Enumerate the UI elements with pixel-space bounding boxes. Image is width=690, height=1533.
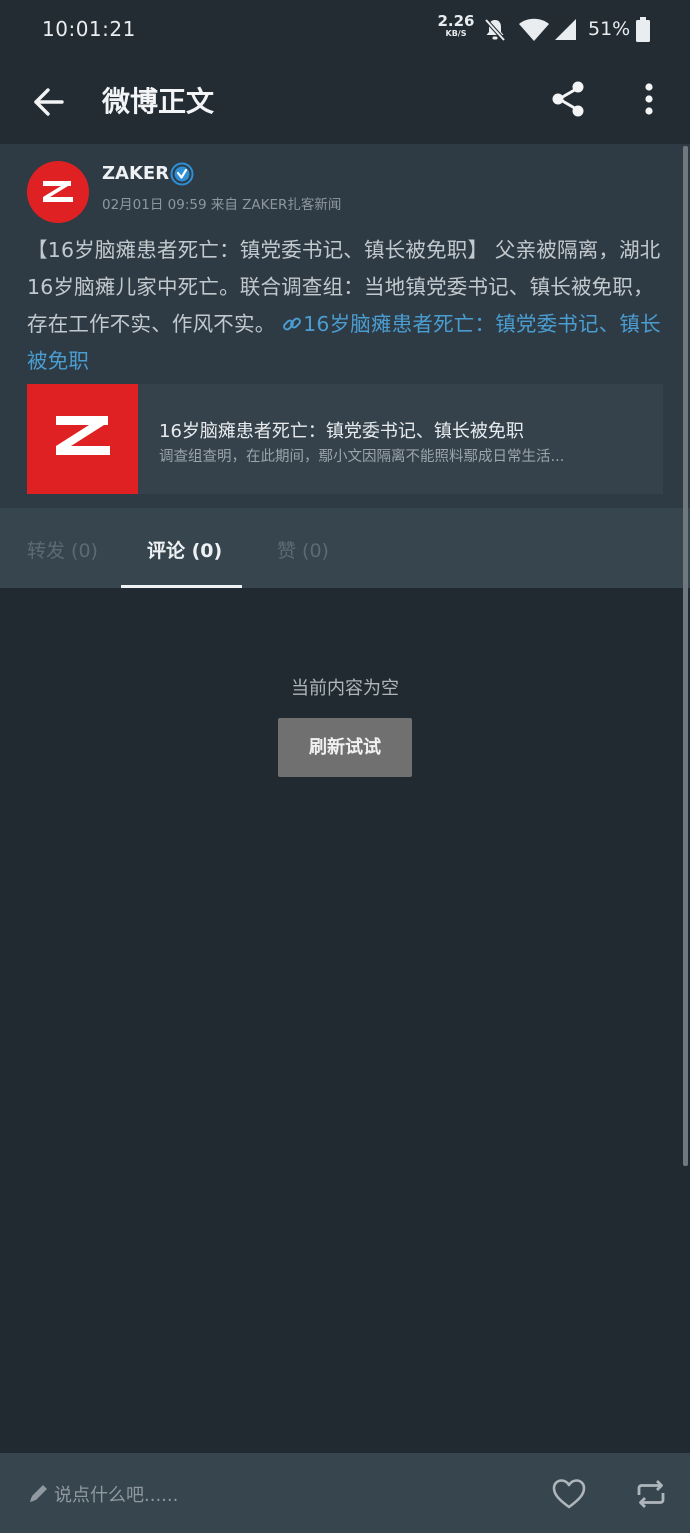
article-thumbnail	[27, 384, 138, 494]
article-card[interactable]: 16岁脑瘫患者死亡：镇党委书记、镇长被免职 调查组查明，在此期间，鄢小文因隔离不…	[27, 384, 663, 494]
post-body: 【16岁脑瘫患者死亡：镇党委书记、镇长被免职】 父亲被隔离，湖北16岁脑瘫儿家中…	[27, 232, 667, 380]
wifi-icon	[519, 18, 549, 41]
tab-likes[interactable]: 赞 (0)	[277, 536, 329, 563]
page-title: 微博正文	[102, 85, 215, 118]
tab-reposts[interactable]: 转发 (0)	[27, 536, 98, 563]
comment-placeholder: 说点什么吧......	[54, 1485, 179, 1506]
notifications-off-icon	[484, 18, 506, 42]
comment-input[interactable]: 说点什么吧......	[28, 1479, 498, 1509]
article-description: 调查组查明，在此期间，鄢小文因隔离不能照料鄢成日常生活...	[159, 449, 565, 465]
network-speed-value: 2.26	[437, 12, 475, 30]
arrow-left-icon[interactable]	[30, 82, 70, 122]
repost-icon[interactable]	[632, 1475, 670, 1513]
zaker-logo-icon	[43, 181, 73, 202]
weibo-post: ZAKER 02月01日 09:59 来自 ZAKER扎客新闻 【16岁脑瘫患者…	[0, 144, 690, 508]
battery-icon	[636, 17, 650, 42]
status-bar: 10:01:21 2.26 KB/S 51%	[0, 0, 690, 60]
empty-state-message: 当前内容为空	[291, 678, 399, 699]
pencil-icon	[30, 1485, 47, 1502]
post-meta: 02月01日 09:59 来自 ZAKER扎客新闻	[102, 197, 342, 213]
network-speed: 2.26 KB/S	[437, 14, 475, 38]
bottom-bar: 说点什么吧......	[0, 1453, 690, 1533]
zaker-logo-icon	[56, 416, 110, 455]
status-time: 10:01:21	[42, 17, 136, 41]
post-tabs: 转发 (0) 评论 (0) 赞 (0)	[0, 508, 690, 588]
share-icon[interactable]	[548, 78, 590, 120]
scrollbar[interactable]	[683, 146, 688, 1166]
active-tab-indicator	[121, 585, 242, 588]
heart-outline-icon[interactable]	[550, 1475, 588, 1513]
app-bar: 微博正文	[0, 60, 690, 144]
tab-comments[interactable]: 评论 (0)	[147, 536, 222, 563]
avatar[interactable]	[27, 161, 89, 223]
article-title: 16岁脑瘫患者死亡：镇党委书记、镇长被免职	[159, 421, 524, 442]
author-name[interactable]: ZAKER	[102, 163, 169, 184]
more-vert-icon[interactable]	[628, 78, 670, 120]
battery-percentage: 51%	[588, 18, 631, 40]
cellular-signal-icon	[555, 19, 576, 40]
refresh-button[interactable]: 刷新试试	[278, 718, 412, 777]
verified-badge-icon	[170, 162, 194, 186]
network-speed-unit: KB/S	[445, 29, 467, 38]
link-icon	[283, 317, 302, 331]
